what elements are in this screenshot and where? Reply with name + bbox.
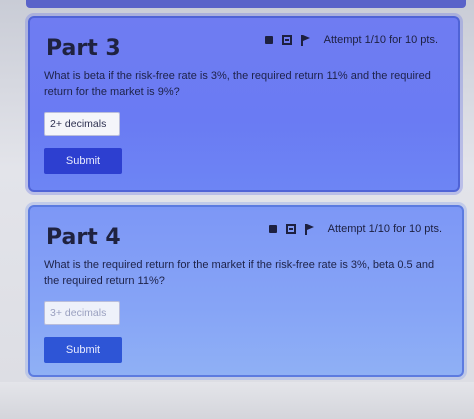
part-4-card: Part 4 Attempt 1/10 for 10 pts. What is …	[28, 205, 464, 377]
submit-button[interactable]: Submit	[44, 337, 122, 363]
flag-icon[interactable]	[300, 34, 311, 46]
flag-icon[interactable]	[304, 223, 315, 235]
part-4-header: Part 4 Attempt 1/10 for 10 pts.	[44, 219, 448, 253]
answer-input[interactable]: 3+ decimals	[44, 301, 120, 325]
submit-button[interactable]: Submit	[44, 148, 122, 174]
attempt-counter: Attempt 1/10 for 10 pts.	[323, 34, 438, 46]
attempt-counter: Attempt 1/10 for 10 pts.	[327, 223, 442, 235]
part-toolbar: Attempt 1/10 for 10 pts.	[264, 34, 438, 46]
stop-icon[interactable]	[264, 36, 273, 44]
part-3-header: Part 3 Attempt 1/10 for 10 pts.	[44, 30, 444, 64]
page: Part 3 Attempt 1/10 for 10 pts. What is …	[0, 0, 474, 419]
part-title: Part 3	[46, 36, 121, 61]
save-icon[interactable]	[285, 224, 296, 234]
question-text: What is the required return for the mark…	[44, 259, 435, 287]
previous-card-edge	[26, 0, 466, 8]
answer-input[interactable]: 2+ decimals	[44, 112, 120, 136]
stop-icon[interactable]	[268, 225, 277, 233]
page-background	[0, 382, 474, 419]
part-toolbar: Attempt 1/10 for 10 pts.	[268, 223, 442, 235]
part-title: Part 4	[46, 225, 121, 250]
part-3-card: Part 3 Attempt 1/10 for 10 pts. What is …	[28, 16, 460, 192]
question-text: What is beta if the risk-free rate is 3%…	[44, 70, 431, 98]
save-icon[interactable]	[281, 35, 292, 45]
